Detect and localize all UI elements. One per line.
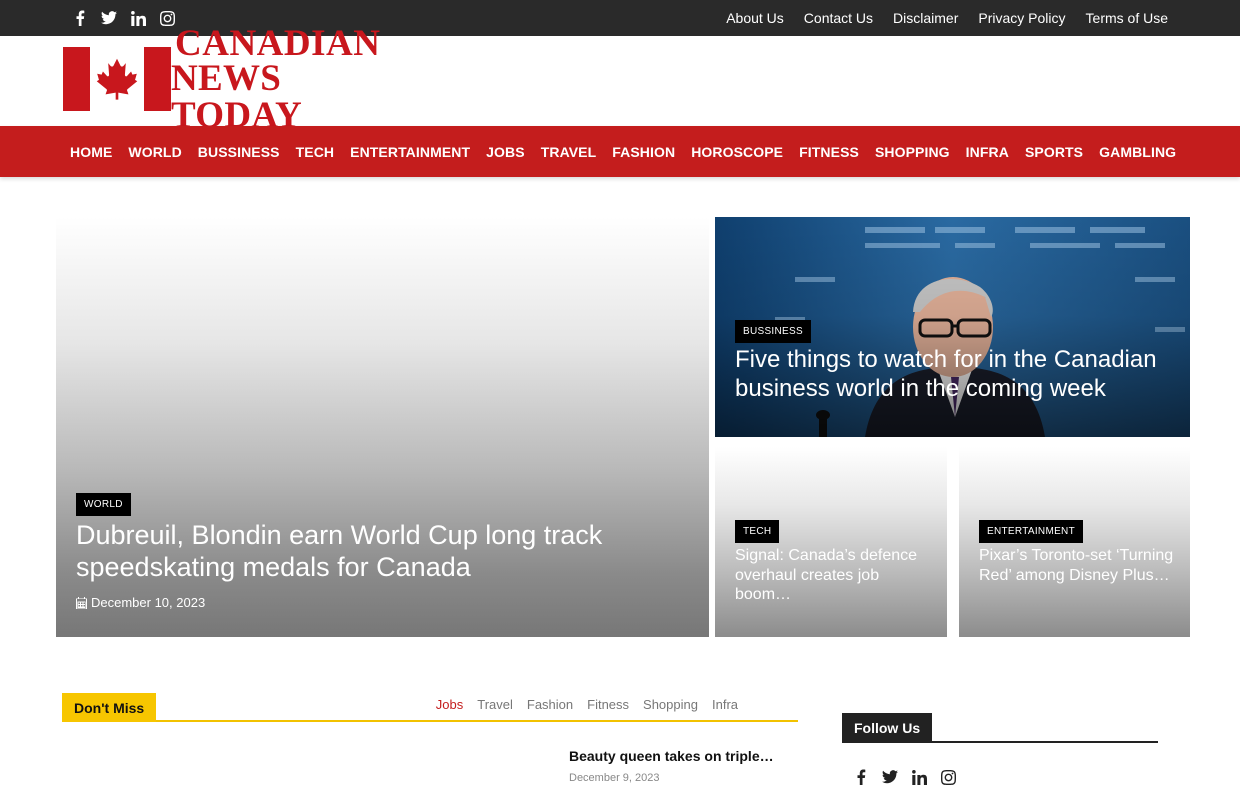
site-header: CANADIAN NEWS TODAY xyxy=(0,25,1240,134)
featured-top-card[interactable]: BUSSINESS Five things to watch for in th… xyxy=(715,217,1190,437)
dont-miss-label: Don't Miss xyxy=(62,693,157,722)
nav-item-sports[interactable]: SPORTS xyxy=(1017,144,1091,160)
featured-small-card-tech[interactable]: TECH Signal: Canada’s defence overhaul c… xyxy=(715,447,947,637)
follow-us-header: Follow Us xyxy=(842,713,1158,743)
nav-item-jobs[interactable]: JOBS xyxy=(478,144,533,160)
twitter-icon[interactable] xyxy=(882,769,898,785)
top-links: About Us Contact Us Disclaimer Privacy P… xyxy=(726,0,1168,36)
linkedin-icon[interactable] xyxy=(911,769,927,785)
privacy-policy-link[interactable]: Privacy Policy xyxy=(978,10,1065,26)
dont-miss-item-date: December 9, 2023 xyxy=(569,772,660,784)
disclaimer-link[interactable]: Disclaimer xyxy=(893,10,958,26)
main-nav-list: HOME WORLD BUSSINESS TECH ENTERTAINMENT … xyxy=(62,126,1184,177)
featured-main-card[interactable]: WORLD Dubreuil, Blondin earn World Cup l… xyxy=(56,217,709,637)
site-logo[interactable]: CANADIAN NEWS TODAY xyxy=(63,25,417,134)
tab-fitness[interactable]: Fitness xyxy=(587,697,629,712)
twitter-icon[interactable] xyxy=(101,10,117,26)
instagram-icon[interactable] xyxy=(940,769,956,785)
tab-travel[interactable]: Travel xyxy=(477,697,513,712)
facebook-icon[interactable] xyxy=(853,769,869,785)
tab-fashion[interactable]: Fashion xyxy=(527,697,573,712)
follow-us-icons xyxy=(853,769,956,785)
terms-of-use-link[interactable]: Terms of Use xyxy=(1086,10,1168,26)
dont-miss-item-title[interactable]: Beauty queen takes on triple… xyxy=(569,748,799,764)
nav-item-home[interactable]: HOME xyxy=(62,144,120,160)
linkedin-icon[interactable] xyxy=(130,10,146,26)
logo-text: CANADIAN NEWS TODAY xyxy=(171,25,417,134)
nav-item-gambling[interactable]: GAMBLING xyxy=(1091,144,1184,160)
tab-jobs[interactable]: Jobs xyxy=(436,697,463,712)
nav-item-shopping[interactable]: SHOPPING xyxy=(867,144,958,160)
featured-main-date: December 10, 2023 xyxy=(76,595,205,610)
nav-item-fitness[interactable]: FITNESS xyxy=(791,144,867,160)
top-social-links xyxy=(72,0,175,36)
dont-miss-list-item: Beauty queen takes on triple… December 9… xyxy=(569,748,799,784)
nav-item-travel[interactable]: TRAVEL xyxy=(533,144,605,160)
featured-main-title[interactable]: Dubreuil, Blondin earn World Cup long tr… xyxy=(76,519,676,583)
nav-item-entertainment[interactable]: ENTERTAINMENT xyxy=(342,144,478,160)
featured-top-title[interactable]: Five things to watch for in the Canadian… xyxy=(735,345,1175,403)
nav-item-tech[interactable]: TECH xyxy=(288,144,343,160)
nav-item-fashion[interactable]: FASHION xyxy=(604,144,683,160)
dont-miss-header: Don't Miss Jobs Travel Fashion Fitness S… xyxy=(62,693,798,722)
calendar-icon xyxy=(76,596,87,609)
facebook-icon[interactable] xyxy=(72,10,88,26)
nav-item-horoscope[interactable]: HOROSCOPE xyxy=(683,144,791,160)
featured-small-title[interactable]: Signal: Canada’s defence overhaul create… xyxy=(735,546,935,605)
contact-us-link[interactable]: Contact Us xyxy=(804,10,873,26)
nav-item-bussiness[interactable]: BUSSINESS xyxy=(190,144,288,160)
tab-shopping[interactable]: Shopping xyxy=(643,697,698,712)
follow-us-label: Follow Us xyxy=(842,713,933,742)
logo-line-2: NEWS TODAY xyxy=(171,57,303,136)
tab-infra[interactable]: Infra xyxy=(712,697,738,712)
category-tag[interactable]: BUSSINESS xyxy=(735,320,811,343)
category-tag[interactable]: WORLD xyxy=(76,493,131,516)
date-text: December 10, 2023 xyxy=(91,595,206,610)
dont-miss-tabs: Jobs Travel Fashion Fitness Shopping Inf… xyxy=(436,697,738,712)
logo-line-1: CANADIAN xyxy=(175,22,381,64)
main-nav: HOME WORLD BUSSINESS TECH ENTERTAINMENT … xyxy=(0,126,1240,177)
nav-item-infra[interactable]: INFRA xyxy=(958,144,1017,160)
category-tag[interactable]: TECH xyxy=(735,520,780,543)
canada-flag-icon xyxy=(63,47,171,111)
nav-item-world[interactable]: WORLD xyxy=(120,144,189,160)
maple-leaf-icon xyxy=(96,58,138,100)
featured-small-title[interactable]: Pixar’s Toronto-set ‘Turning Red’ among … xyxy=(979,546,1179,585)
about-us-link[interactable]: About Us xyxy=(726,10,784,26)
featured-small-card-entertainment[interactable]: ENTERTAINMENT Pixar’s Toronto-set ‘Turni… xyxy=(959,447,1190,637)
category-tag[interactable]: ENTERTAINMENT xyxy=(979,520,1083,543)
